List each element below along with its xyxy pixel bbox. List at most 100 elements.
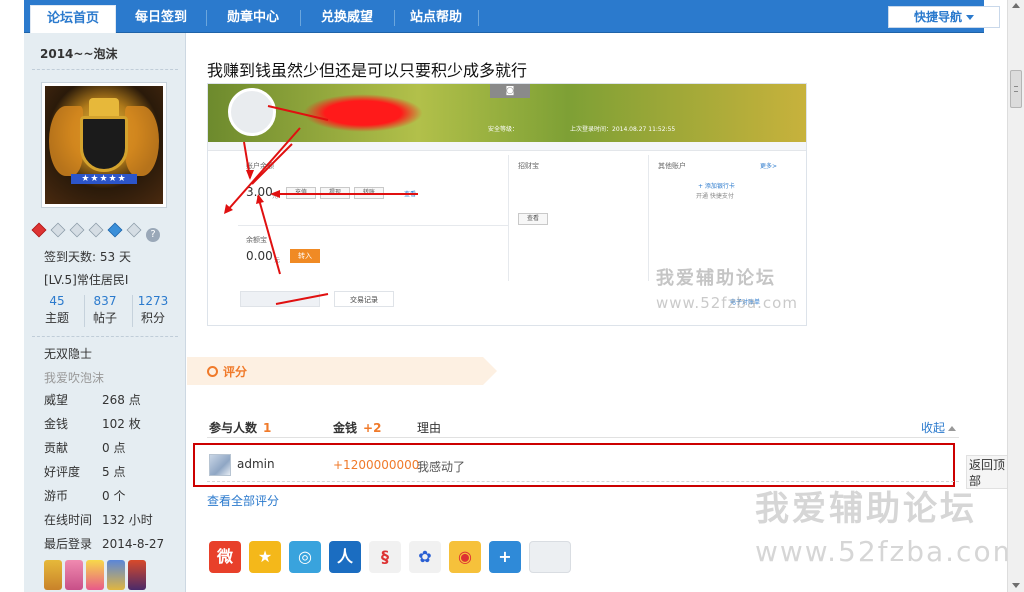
post-message: 我赚到钱虽然少但还是可以只要积少成多就行 [207,61,528,80]
count-threads-label: 主题 [44,311,69,325]
scroll-up-icon[interactable] [1012,3,1020,8]
count-points-value[interactable]: 1273 [130,293,176,309]
rank-gems: ? [31,222,165,242]
post-attachment-image[interactable]: ◙ 安全等级： 上次登录时间：2014.08.27 11:52:55 账户余额 … [207,83,807,326]
quick-nav-dropdown[interactable]: 快捷导航 [888,6,1000,28]
stat-key: 威望 [44,393,69,407]
participants-count: 1 [263,421,272,435]
avatar-wing-right [125,106,159,176]
collapse-rating-link[interactable]: 收起 [921,419,957,436]
arrow-line [225,127,301,213]
gem-icon [126,222,142,238]
avatar-crown [89,98,119,116]
rating-title: 评分 [223,365,248,379]
stat-money: 金钱 102 枚 [44,415,174,432]
qzone-icon[interactable]: ★ [249,541,281,573]
user-title: 无双隐士 [44,347,93,361]
medal-badges [44,560,149,592]
divider [207,437,959,438]
count-posts[interactable]: 837 帖子 [82,293,128,327]
stat-online-time: 在线时间 132 小时 [44,511,174,528]
more-share-icon[interactable]: + [489,541,521,573]
nav-separator [394,10,395,26]
rating-reason: 我感动了 [417,460,466,474]
count-posts-value[interactable]: 837 [82,293,128,309]
medal-icon[interactable] [65,560,83,590]
avatar-stars: ★★★★★ [71,174,137,184]
gem-icon [69,222,85,238]
count-points[interactable]: 1273 积分 [130,293,176,327]
nav-tab-site-help[interactable]: 站点帮助 [400,5,472,33]
participants-label: 参与人数 [209,421,258,435]
avatar-wing-left [49,106,83,176]
arrow-head [256,194,264,204]
stat-value: 5 点 [102,465,126,479]
tencent-weibo-icon[interactable]: ◎ [289,541,321,573]
stat-value: 0 个 [102,489,126,503]
scrollbar-thumb[interactable] [1010,70,1022,108]
help-icon[interactable]: ? [146,228,160,242]
author-username[interactable]: 2014~~泡沫 [40,45,118,62]
medal-icon[interactable] [107,560,125,590]
post-content: 我赚到钱虽然少但还是可以只要积少成多就行 ◙ 安全等级： 上次登录时间：2014… [187,33,1020,592]
stat-key: 金钱 [44,417,69,431]
count-threads-value[interactable]: 45 [34,293,80,309]
nav-tab-forum-home[interactable]: 论坛首页 [30,5,116,33]
sohu-icon[interactable]: § [369,541,401,573]
collapse-label: 收起 [921,421,946,435]
rater-username[interactable]: admin [237,457,275,471]
back-to-top-button[interactable]: 返回顶部 [966,455,1008,489]
nav-tab-daily-signin[interactable]: 每日签到 [124,5,198,33]
renren-icon[interactable]: 人 [329,541,361,573]
stat-value: 0 点 [102,441,126,455]
weibo-icon[interactable]: 微 [209,541,241,573]
user-level[interactable]: [LV.5]常住居民I [44,271,128,288]
medal-icon[interactable] [44,560,62,590]
stat-prestige: 威望 268 点 [44,391,174,408]
view-all-ratings-link[interactable]: 查看全部评分 [207,492,279,509]
stat-key: 游币 [44,489,69,503]
nav-separator [300,10,301,26]
watermark-text: 我爱辅助论坛 [755,489,977,529]
avatar-shield [80,116,128,172]
count-posts-label: 帖子 [92,311,117,325]
chevron-down-icon [966,15,974,20]
divider [32,336,178,337]
arrow-line [267,105,329,121]
rater-avatar[interactable] [209,454,231,476]
stat-value: 268 点 [102,393,141,407]
qq-icon[interactable]: ◉ [449,541,481,573]
arrow-line [275,293,329,305]
top-navigation-bar: 论坛首页 每日签到 勋章中心 兑换威望 站点帮助 快捷导航 [24,0,1000,33]
circle-icon [207,366,218,377]
stat-value: 2014-8-27 [102,537,165,551]
arrow-line [257,195,281,275]
forum-page: 论坛首页 每日签到 勋章中心 兑换威望 站点帮助 快捷导航 2014~~泡沫 ★… [0,0,1024,592]
grip-icon [1014,86,1018,92]
money-label: 金钱 [333,421,358,435]
stat-key: 最后登录 [44,537,93,551]
gem-icon [31,222,47,238]
scroll-down-icon[interactable] [1012,583,1020,588]
count-threads[interactable]: 45 主题 [34,293,80,327]
watermark-url: www.52fzba.com [755,535,1022,568]
rating-participants-header: 参与人数 1 [209,419,271,436]
author-profile-sidebar: 2014~~泡沫 ★★★★★ ? 签到天数: 53 天 [LV.5]常住居民I … [24,33,186,592]
medal-icon[interactable] [86,560,104,590]
money-total: +2 [363,421,382,435]
chevron-up-icon [948,426,957,431]
nav-tab-exchange-prestige[interactable]: 兑换威望 [308,5,386,33]
rating-banner: 评分 [187,357,497,385]
author-avatar[interactable]: ★★★★★ [41,82,167,208]
stat-last-login: 最后登录 2014-8-27 [44,535,174,552]
vertical-scrollbar[interactable] [1007,0,1024,592]
medal-icon[interactable] [128,560,146,590]
user-subtitle: 我爱吹泡沫 [44,371,105,385]
annotation-arrows [224,105,418,305]
baidu-icon[interactable]: ✿ [409,541,441,573]
nav-tab-medal-center[interactable]: 勋章中心 [214,5,292,33]
stat-reputation: 好评度 5 点 [44,463,174,480]
avatar-image: ★★★★★ [45,86,163,204]
arrow-head [270,190,280,198]
share-count-box[interactable] [529,541,571,573]
